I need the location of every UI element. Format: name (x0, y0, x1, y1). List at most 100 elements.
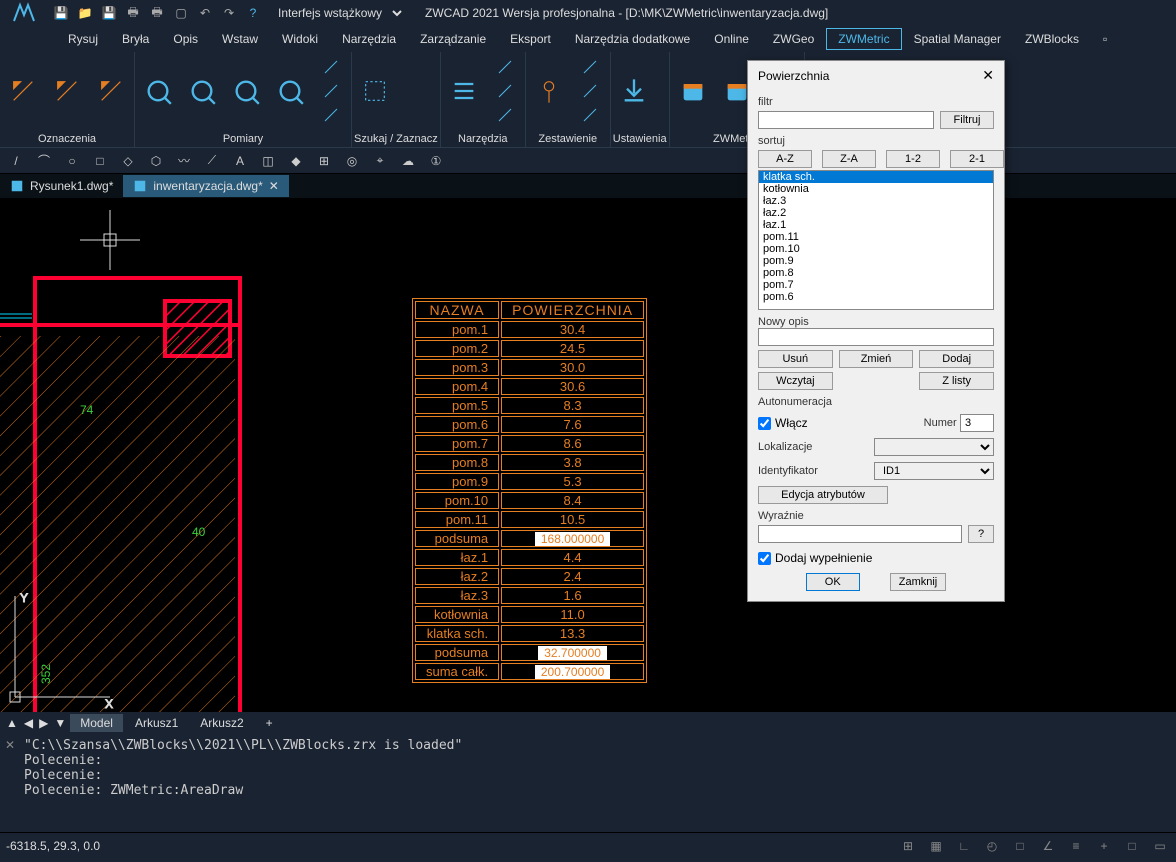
ribbon-small-button[interactable] (572, 80, 608, 102)
tool-icon[interactable]: ⌖ (370, 151, 390, 171)
lwt-icon[interactable]: ≡ (1066, 836, 1086, 856)
scroll-last-icon[interactable]: ▼ (52, 716, 68, 730)
list-item[interactable]: pom.11 (759, 231, 993, 243)
list-item[interactable]: łaz.2 (759, 207, 993, 219)
add-button[interactable]: Dodaj (919, 350, 994, 368)
menu-item-zwgeo[interactable]: ZWGeo (761, 28, 826, 50)
ribbon-small-button[interactable] (572, 104, 608, 126)
ribbon-small-button[interactable] (487, 56, 523, 78)
menu-item-eksport[interactable]: Eksport (498, 28, 563, 50)
scroll-first-icon[interactable]: ▲ (4, 716, 20, 730)
ortho-icon[interactable]: ∟ (954, 836, 974, 856)
list-item[interactable]: pom.8 (759, 267, 993, 279)
menu-item-bryła[interactable]: Bryła (110, 28, 161, 50)
cycle-icon[interactable]: □ (1122, 836, 1142, 856)
menu-item-widoki[interactable]: Widoki (270, 28, 330, 50)
items-listbox[interactable]: klatka sch.kotłowniałaz.3łaz.2łaz.1pom.1… (758, 170, 994, 310)
ribbon-button[interactable] (672, 56, 714, 126)
from-list-button[interactable]: Z listy (919, 372, 994, 390)
ribbon-button[interactable] (225, 56, 267, 126)
osnap-icon[interactable]: □ (1010, 836, 1030, 856)
ribbon-button[interactable] (613, 56, 655, 126)
change-button[interactable]: Zmień (839, 350, 914, 368)
folder-icon[interactable]: 📁 (76, 4, 94, 22)
menu-item-zwblocks[interactable]: ZWBlocks (1013, 28, 1091, 50)
menu-item-narzędzia[interactable]: Narzędzia (330, 28, 408, 50)
locations-select[interactable] (874, 438, 994, 456)
menu-item-narzędzia-dodatkowe[interactable]: Narzędzia dodatkowe (563, 28, 702, 50)
layout-tab[interactable]: Arkusz1 (125, 714, 188, 732)
ribbon-small-button[interactable] (487, 104, 523, 126)
ribbon-button[interactable] (2, 56, 44, 126)
identifier-select[interactable]: ID1 (874, 462, 994, 480)
ribbon-button[interactable] (443, 56, 485, 126)
list-item[interactable]: kotłownia (759, 183, 993, 195)
ribbon-small-button[interactable] (313, 80, 349, 102)
layout-tab[interactable]: Model (70, 714, 123, 732)
menu-item-rysuj[interactable]: Rysuj (56, 28, 110, 50)
edit-attributes-button[interactable]: Edycja atrybutów (758, 486, 888, 504)
dyn-icon[interactable]: + (1094, 836, 1114, 856)
redo-icon[interactable]: ↷ (220, 4, 238, 22)
workspace-select[interactable]: Interfejs wstążkowy (268, 3, 405, 23)
close-icon[interactable]: ✕ (982, 67, 994, 84)
tool-icon[interactable]: □ (90, 151, 110, 171)
ribbon-button[interactable] (528, 56, 570, 126)
enable-checkbox[interactable]: Włącz (758, 416, 808, 430)
tool-icon[interactable]: ⬡ (146, 151, 166, 171)
document-tab[interactable]: Rysunek1.dwg* (0, 175, 123, 197)
tool-icon[interactable]: 〰 (174, 151, 194, 171)
add-fill-checkbox[interactable]: Dodaj wypełnienie (758, 551, 994, 565)
ribbon-button[interactable] (181, 56, 223, 126)
ribbon-small-button[interactable] (313, 104, 349, 126)
command-window[interactable]: ✕ "C:\\Szansa\\ZWBlocks\\2021\\PL\\ZWBlo… (0, 734, 1176, 832)
scroll-prev-icon[interactable]: ◀ (22, 716, 35, 730)
tool-icon[interactable]: ① (426, 151, 446, 171)
save-icon[interactable]: 💾 (52, 4, 70, 22)
ribbon-button[interactable] (90, 56, 132, 126)
menu-item-zwmetric[interactable]: ZWMetric (826, 28, 901, 50)
sort-az-button[interactable]: A-Z (758, 150, 812, 168)
model-icon[interactable]: ▭ (1150, 836, 1170, 856)
ribbon-button[interactable] (137, 56, 179, 126)
close-button[interactable]: Zamknij (890, 573, 947, 591)
delete-button[interactable]: Usuń (758, 350, 833, 368)
ribbon-small-button[interactable] (313, 56, 349, 78)
ribbon-small-button[interactable] (572, 56, 608, 78)
tool-icon[interactable]: / (6, 151, 26, 171)
load-button[interactable]: Wczytaj (758, 372, 833, 390)
help-icon[interactable]: ? (244, 4, 262, 22)
ribbon-button[interactable] (354, 56, 396, 126)
list-item[interactable]: klatka sch. (759, 171, 993, 183)
menu-item-wstaw[interactable]: Wstaw (210, 28, 270, 50)
list-item[interactable]: pom.10 (759, 243, 993, 255)
sort-21-button[interactable]: 2-1 (950, 150, 1004, 168)
scroll-next-icon[interactable]: ▶ (37, 716, 50, 730)
tool-icon[interactable]: ◎ (342, 151, 362, 171)
layout-tab[interactable]: Arkusz2 (190, 714, 253, 732)
filter-button[interactable]: Filtruj (940, 111, 994, 129)
otrack-icon[interactable]: ∠ (1038, 836, 1058, 856)
tool-icon[interactable]: ⌒ (34, 151, 54, 171)
list-item[interactable]: pom.7 (759, 279, 993, 291)
tool-icon[interactable]: ◇ (118, 151, 138, 171)
sort-za-button[interactable]: Z-A (822, 150, 876, 168)
tool-icon[interactable]: ⟋ (202, 151, 222, 171)
ribbon-minimize-icon[interactable]: ▫ (1091, 28, 1119, 50)
tool-icon[interactable]: ○ (62, 151, 82, 171)
menu-item-spatial-manager[interactable]: Spatial Manager (902, 28, 1013, 50)
menu-item-zarządzanie[interactable]: Zarządzanie (408, 28, 498, 50)
print-preview-icon[interactable]: 🖶 (148, 4, 166, 22)
menu-item-online[interactable]: Online (702, 28, 761, 50)
ribbon-button[interactable] (46, 56, 88, 126)
grid-icon[interactable]: ▦ (926, 836, 946, 856)
document-tab[interactable]: inwentaryzacja.dwg*✕ (123, 175, 288, 197)
ribbon-small-button[interactable] (487, 80, 523, 102)
undo-icon[interactable]: ↶ (196, 4, 214, 22)
close-tab-icon[interactable]: ✕ (269, 179, 279, 193)
tool-icon[interactable]: ⊞ (314, 151, 334, 171)
list-item[interactable]: pom.9 (759, 255, 993, 267)
list-item[interactable]: pom.6 (759, 291, 993, 303)
snap-icon[interactable]: ⊞ (898, 836, 918, 856)
tool-icon[interactable]: ☁ (398, 151, 418, 171)
